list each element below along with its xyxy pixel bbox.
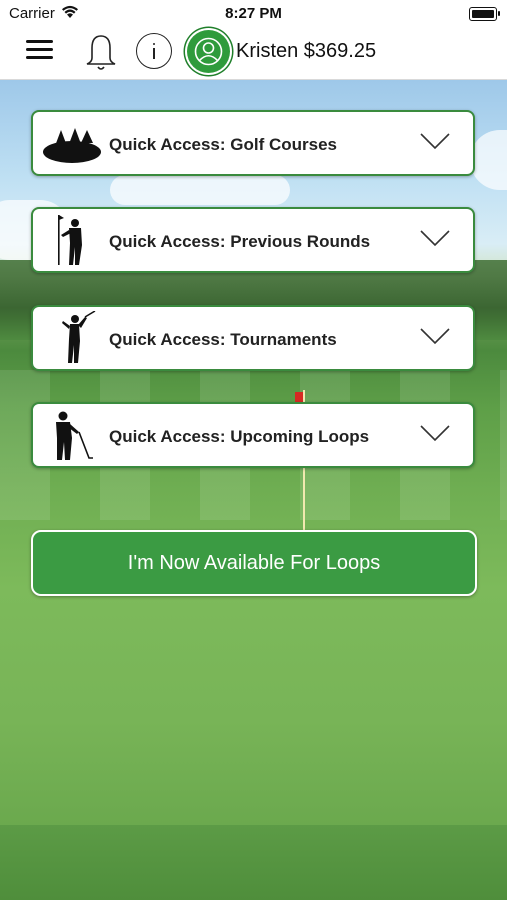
available-for-loops-button[interactable]: I'm Now Available For Loops xyxy=(31,530,477,596)
status-bar: Carrier 8:27 PM xyxy=(0,0,507,28)
caddie-icon xyxy=(56,411,93,460)
golf-course-icon xyxy=(43,128,101,163)
battery-icon xyxy=(469,7,500,21)
quick-access-golf-courses[interactable]: Quick Access: Golf Courses xyxy=(31,110,475,176)
cloud xyxy=(470,130,507,190)
chevron-down-icon xyxy=(420,133,450,150)
chevron-down-icon xyxy=(420,328,450,345)
quick-access-previous-rounds[interactable]: Quick Access: Previous Rounds xyxy=(31,207,475,273)
card-label: Quick Access: Golf Courses xyxy=(109,135,338,154)
flag xyxy=(295,392,303,402)
quick-access-upcoming-loops[interactable]: Quick Access: Upcoming Loops xyxy=(31,402,475,468)
golfer-swing-icon xyxy=(62,311,96,363)
user-name-balance[interactable]: Kristen $369.25 xyxy=(236,40,376,63)
bell-icon[interactable] xyxy=(83,32,119,74)
quick-access-tournaments[interactable]: Quick Access: Tournaments xyxy=(31,305,475,371)
menu-icon[interactable] xyxy=(26,40,53,60)
card-label: Quick Access: Upcoming Loops xyxy=(109,427,370,446)
cloud xyxy=(110,175,290,205)
info-icon[interactable] xyxy=(136,33,172,69)
avatar-icon[interactable] xyxy=(187,30,230,73)
status-time: 8:27 PM xyxy=(225,5,282,22)
chevron-down-icon xyxy=(420,425,450,442)
card-label: Quick Access: Tournaments xyxy=(109,330,337,349)
top-nav-bar: Kristen $369.25 xyxy=(0,28,507,80)
card-label: Quick Access: Previous Rounds xyxy=(109,232,371,251)
putting-green xyxy=(0,825,507,900)
golfer-standing-icon xyxy=(58,215,82,265)
golf-course-background xyxy=(0,80,507,900)
chevron-down-icon xyxy=(420,230,450,247)
